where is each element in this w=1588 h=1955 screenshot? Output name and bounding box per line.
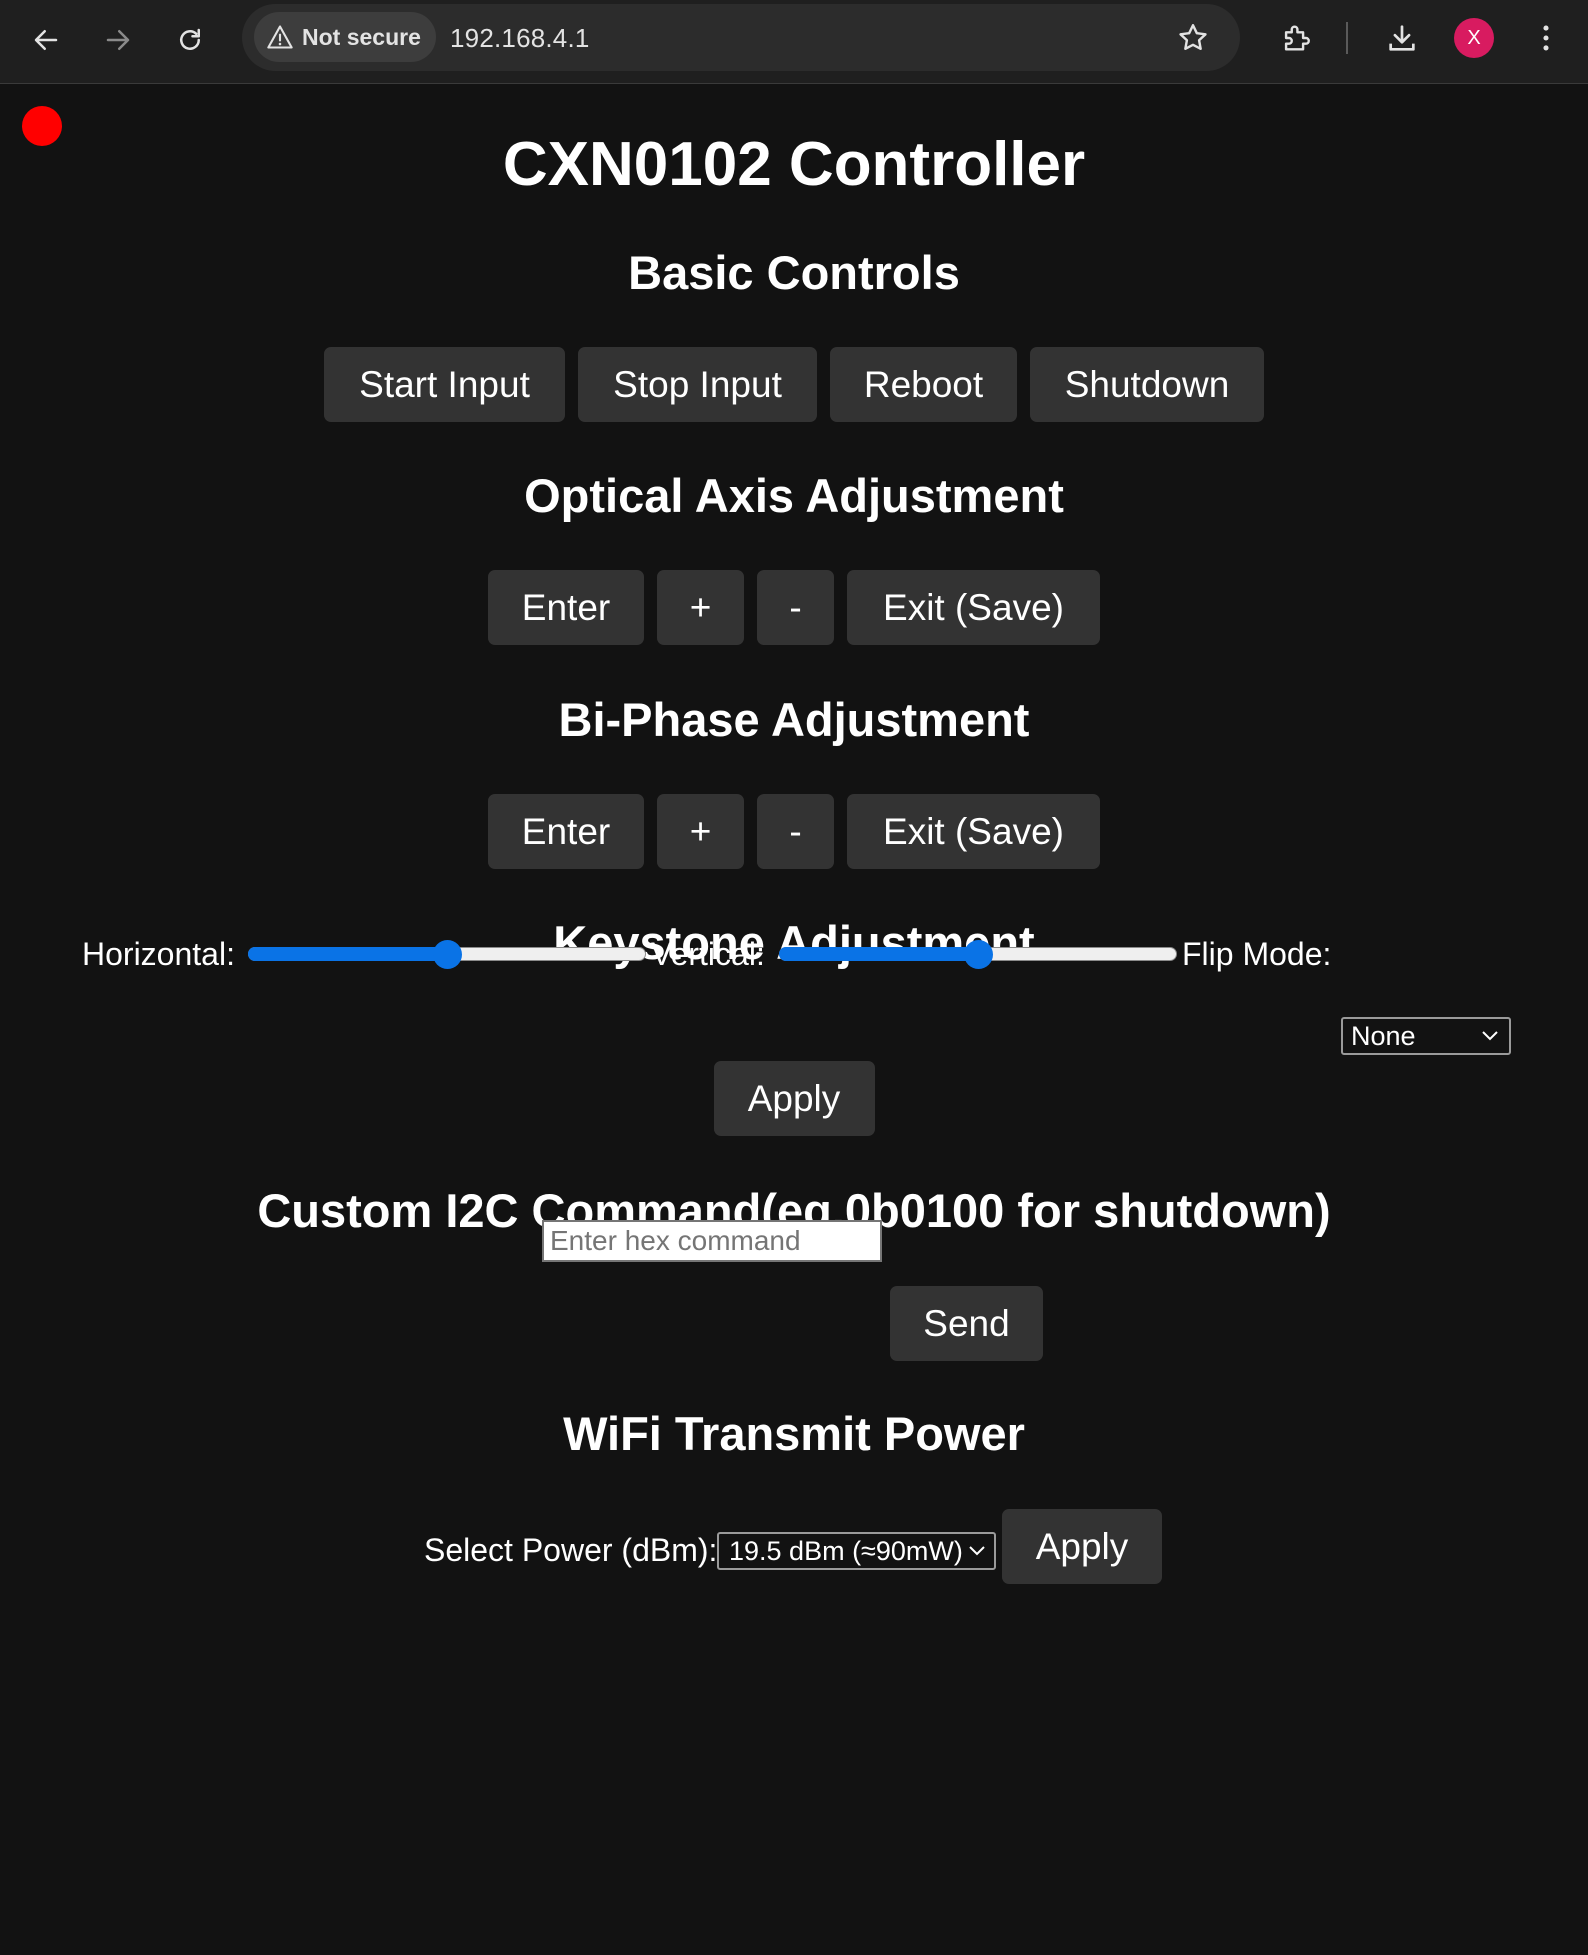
power-select-value: 19.5 dBm (≈90mW): [729, 1535, 963, 1566]
reload-icon[interactable]: [162, 12, 218, 68]
back-icon[interactable]: [18, 12, 74, 68]
bi-phase-row: Enter + - Exit (Save): [0, 794, 1588, 869]
vertical-slider-thumb[interactable]: [964, 940, 993, 969]
optical-minus-button[interactable]: -: [757, 570, 834, 645]
extensions-icon[interactable]: [1276, 18, 1316, 58]
vertical-slider-fill: [779, 947, 978, 961]
power-select-label: Select Power (dBm):: [424, 1532, 718, 1568]
page-title: CXN0102 Controller: [502, 130, 1086, 199]
send-button[interactable]: Send: [890, 1286, 1043, 1361]
biphase-minus-button[interactable]: -: [757, 794, 834, 869]
url-text[interactable]: 192.168.4.1: [450, 23, 590, 54]
biphase-exit-save-button[interactable]: Exit (Save): [847, 794, 1100, 869]
horizontal-slider-thumb[interactable]: [433, 940, 462, 969]
more-menu-icon[interactable]: [1526, 18, 1566, 58]
chevron-down-icon: [1482, 1031, 1498, 1041]
flip-mode-select[interactable]: None: [1341, 1017, 1511, 1055]
reboot-button[interactable]: Reboot: [830, 347, 1017, 422]
power-select[interactable]: 19.5 dBm (≈90mW): [717, 1532, 996, 1570]
flip-mode-value: None: [1351, 1020, 1416, 1051]
download-icon[interactable]: [1382, 18, 1422, 58]
horizontal-slider-fill: [248, 947, 447, 961]
warning-icon: [267, 25, 293, 49]
horizontal-label: Horizontal:: [82, 936, 235, 972]
flip-mode-label: Flip Mode:: [1182, 936, 1332, 972]
keystone-apply-button[interactable]: Apply: [713, 1061, 875, 1136]
bookmark-star-icon[interactable]: [1176, 21, 1210, 55]
address-bar[interactable]: Not secure 192.168.4.1: [242, 4, 1240, 71]
optical-plus-button[interactable]: +: [657, 570, 744, 645]
vertical-label: Vertical:: [651, 936, 765, 972]
optical-axis-row: Enter + - Exit (Save): [0, 570, 1588, 645]
toolbar-divider: [1346, 22, 1348, 54]
keystone-controls: Horizontal: Vertical: Flip Mode:: [82, 930, 1512, 980]
hex-command-placeholder: Enter hex command: [550, 1225, 801, 1256]
browser-toolbar: Not secure 192.168.4.1 X: [0, 0, 1588, 84]
optical-enter-button[interactable]: Enter: [488, 570, 644, 645]
power-apply-button[interactable]: Apply: [1002, 1509, 1162, 1584]
stop-input-button[interactable]: Stop Input: [578, 347, 817, 422]
biphase-enter-button[interactable]: Enter: [488, 794, 644, 869]
forward-icon[interactable]: [90, 12, 146, 68]
basic-controls-heading: Basic Controls: [628, 246, 960, 299]
wifi-power-heading: WiFi Transmit Power: [563, 1407, 1025, 1460]
optical-axis-heading: Optical Axis Adjustment: [524, 469, 1064, 522]
keystone-apply-row: Apply: [0, 1061, 1588, 1136]
chevron-down-icon: [969, 1546, 985, 1556]
horizontal-slider[interactable]: [248, 940, 646, 969]
bi-phase-heading: Bi-Phase Adjustment: [558, 693, 1030, 746]
profile-avatar[interactable]: X: [1454, 18, 1494, 58]
shutdown-button[interactable]: Shutdown: [1030, 347, 1264, 422]
vertical-slider[interactable]: [779, 940, 1177, 969]
security-label: Not secure: [302, 23, 421, 50]
optical-exit-save-button[interactable]: Exit (Save): [847, 570, 1100, 645]
basic-controls-row: Start Input Stop Input Reboot Shutdown: [0, 347, 1588, 422]
start-input-button[interactable]: Start Input: [324, 347, 565, 422]
biphase-plus-button[interactable]: +: [657, 794, 744, 869]
security-chip[interactable]: Not secure: [254, 12, 436, 62]
hex-command-input[interactable]: Enter hex command: [542, 1220, 882, 1262]
